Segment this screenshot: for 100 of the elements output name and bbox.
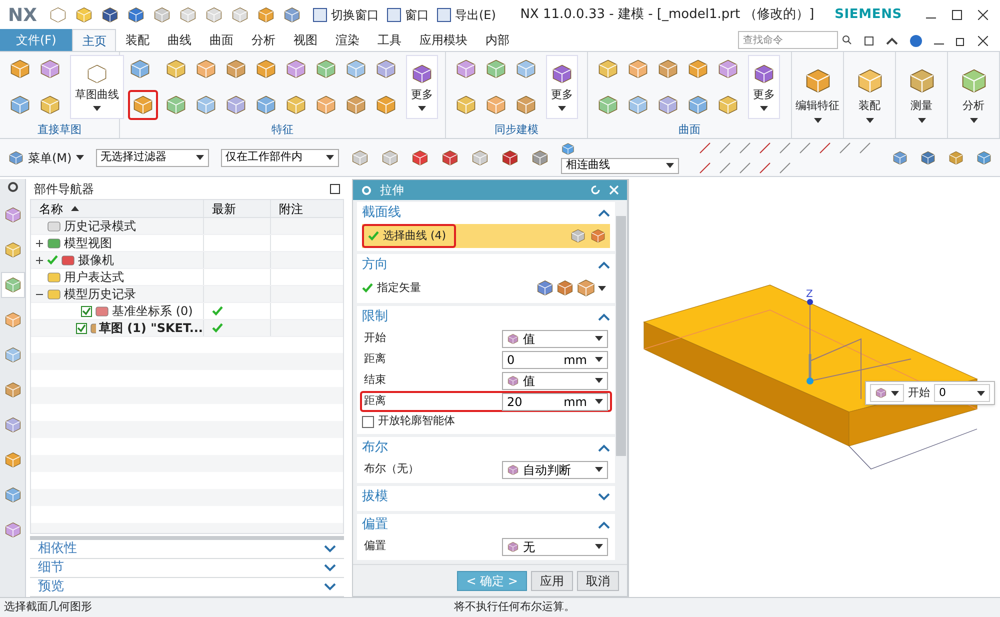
option-dropdown[interactable]: 自动判断 <box>502 460 608 478</box>
maximize-icon[interactable] <box>330 184 340 194</box>
option-dropdown[interactable]: 值 <box>502 330 608 348</box>
ribbon-tab[interactable]: 视图 <box>284 29 326 51</box>
distance-field[interactable]: 20 mm <box>502 392 608 410</box>
column-header[interactable]: 附注 <box>270 200 337 217</box>
collapsible-section[interactable]: 细节 <box>30 559 344 578</box>
tree-item[interactable]: 摄像机 <box>78 251 114 269</box>
option-dropdown[interactable]: 值 <box>502 372 608 390</box>
chevron-down-icon[interactable] <box>324 583 336 591</box>
dialog-section-header[interactable]: 布尔 <box>362 437 610 459</box>
panel-icon <box>4 521 22 539</box>
chevron-up-icon[interactable] <box>886 37 898 45</box>
plus-icon[interactable] <box>36 240 43 246</box>
caret-icon <box>760 106 768 111</box>
ribbon-button[interactable]: 编辑特征 <box>792 52 844 138</box>
close-icon[interactable] <box>978 10 988 20</box>
reset-icon[interactable] <box>591 185 601 195</box>
close-icon[interactable] <box>978 36 988 46</box>
search-icon[interactable] <box>842 35 852 45</box>
plus-icon[interactable] <box>36 256 43 264</box>
dialog-section-header[interactable]: 偏置 <box>362 514 610 536</box>
tree-item[interactable]: 用户表达式 <box>64 268 124 286</box>
panel-icon <box>4 416 22 434</box>
ribbon-tab[interactable]: 渲染 <box>326 29 368 51</box>
ribbon-tab[interactable]: 工具 <box>368 29 410 51</box>
restore-icon[interactable] <box>956 36 966 46</box>
field-label: 指定矢量 <box>377 280 421 296</box>
ribbon-tab[interactable]: 主页 <box>72 29 116 51</box>
app-logo: NX <box>8 4 37 28</box>
collapsible-section[interactable]: 相依性 <box>30 540 344 559</box>
chevron-down-icon[interactable] <box>324 564 336 572</box>
checkbox[interactable] <box>76 322 87 334</box>
ribbon-button[interactable]: 装配 <box>844 52 896 138</box>
column-header[interactable]: 最新 <box>203 200 270 217</box>
quick-access-button[interactable]: 切换窗口 <box>308 4 383 26</box>
value-dropdown[interactable]: 0 <box>934 384 990 402</box>
option-dropdown[interactable]: 无 <box>502 538 608 556</box>
column-header[interactable]: 名称 <box>31 200 203 217</box>
caret-icon <box>814 118 822 123</box>
dialog-button[interactable]: 取消 <box>577 570 619 590</box>
chevron-up-icon[interactable] <box>598 313 610 321</box>
ribbon-group-label: 同步建模 <box>494 122 538 138</box>
filter-dropdown[interactable]: 仅在工作部件内 <box>220 148 340 166</box>
tree-item[interactable]: 模型视图 <box>64 234 112 252</box>
ribbon-button[interactable]: 测量 <box>896 52 948 138</box>
quick-access-button[interactable]: 窗口 <box>382 4 433 26</box>
tree-item[interactable]: 草图 (1) "SKET... <box>98 319 203 337</box>
sort-ascending-icon <box>71 206 79 211</box>
ribbon-button[interactable]: 草图曲线 <box>70 55 124 119</box>
field-label: 距离 <box>364 393 386 410</box>
chevron-down-icon[interactable] <box>598 493 610 501</box>
chevron-up-icon[interactable] <box>598 521 610 529</box>
caret-icon <box>595 467 603 472</box>
tree-item[interactable]: 基准坐标系 (0) <box>112 302 193 320</box>
ribbon-tab[interactable]: 装配 <box>116 29 158 51</box>
curve-rule-dropdown[interactable]: 相连曲线 <box>561 158 680 174</box>
filter-dropdown[interactable]: 无选择过滤器 <box>96 148 209 166</box>
brand-logo: SIEMENS <box>834 6 902 24</box>
ribbon-tab[interactable]: 内部 <box>476 29 518 51</box>
tree-item[interactable]: 模型历史记录 <box>64 285 136 303</box>
ribbon-tab[interactable]: 分析 <box>242 29 284 51</box>
selection-row[interactable]: 选择曲线 (4) <box>362 224 610 248</box>
checkbox[interactable] <box>362 416 374 428</box>
ribbon-tab[interactable]: 曲线 <box>158 29 200 51</box>
maximize-icon[interactable] <box>952 10 962 20</box>
checkbox[interactable] <box>81 306 92 316</box>
ribbon-button[interactable]: 更多 <box>406 55 438 119</box>
distance-field[interactable]: 0 mm <box>502 350 608 368</box>
field-label: 距离 <box>364 351 386 368</box>
menu-button[interactable]: 菜单(M) <box>8 148 84 166</box>
ribbon-tab[interactable]: 曲面 <box>200 29 242 51</box>
resource-tab[interactable] <box>0 272 24 298</box>
feature-icon <box>95 305 109 317</box>
dialog-section-header[interactable]: 限制 <box>362 306 610 328</box>
caret-icon <box>595 378 603 383</box>
option-dropdown[interactable] <box>870 384 904 402</box>
caret-icon <box>595 336 603 341</box>
restore-ribbon-icon[interactable] <box>864 36 874 46</box>
panel-icon <box>4 381 22 399</box>
chevron-up-icon[interactable] <box>598 209 610 217</box>
ribbon-button[interactable]: 更多 <box>546 55 578 119</box>
ribbon-button[interactable]: 更多 <box>748 55 780 119</box>
status-prompt: 选择截面几何图形 <box>4 599 93 616</box>
tree-item[interactable]: 历史记录模式 <box>64 217 136 235</box>
panel-icon <box>4 241 22 259</box>
chevron-up-icon[interactable] <box>598 261 610 269</box>
dialog-section-header[interactable]: 方向 <box>362 254 610 276</box>
window-title: NX 11.0.0.33 - 建模 - [_model1.prt （修改的）] <box>520 6 814 24</box>
ribbon-button[interactable]: 分析 <box>948 52 1000 138</box>
quick-access-button[interactable]: 导出(E) <box>432 4 500 26</box>
caret-icon <box>598 286 606 290</box>
chevron-down-icon[interactable] <box>324 545 336 553</box>
ribbon-tab[interactable]: 应用模块 <box>410 29 476 51</box>
chevron-up-icon[interactable] <box>598 444 610 452</box>
extrude-button[interactable] <box>128 90 158 120</box>
dialog-button[interactable]: 应用 <box>531 570 573 590</box>
check-icon <box>362 283 373 293</box>
search-field[interactable]: 查找命令 <box>738 31 838 49</box>
dialog-section-header[interactable]: 截面线 <box>362 202 610 224</box>
